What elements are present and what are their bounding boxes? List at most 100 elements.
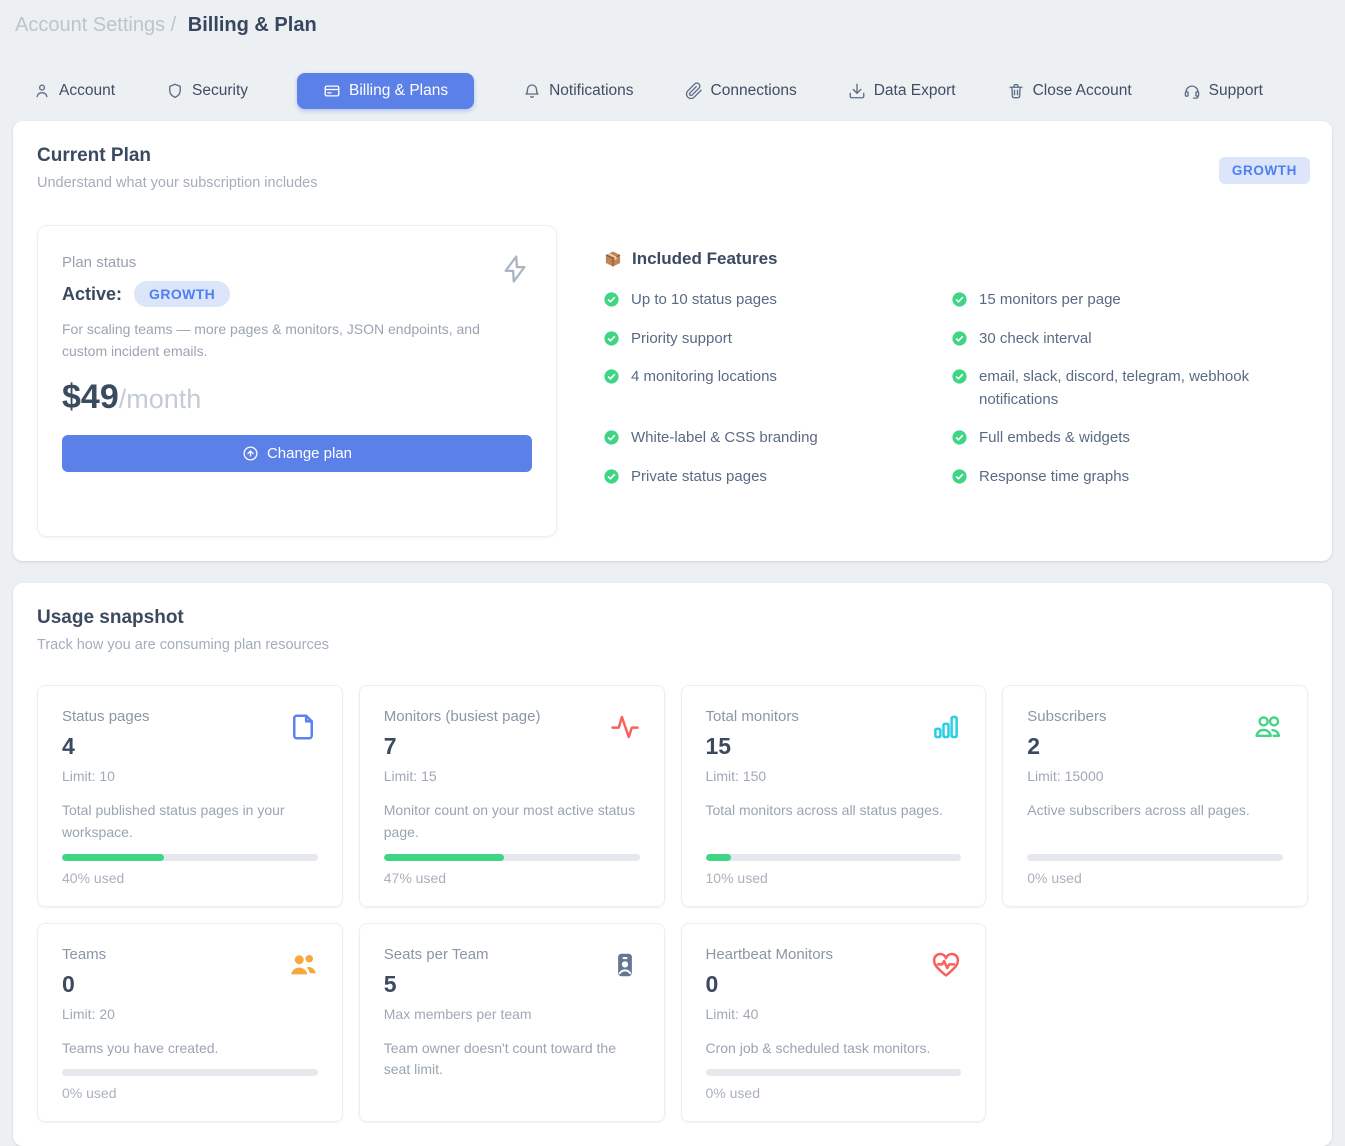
usage-progress-bar [62,1069,318,1076]
settings-tab[interactable]: Security [164,73,250,109]
usage-card: Heartbeat Monitors 0 Limit: 40 Cron job … [681,923,987,1123]
feature-label: Priority support [631,328,732,351]
check-circle-icon [603,368,620,385]
feature-label: 4 monitoring locations [631,366,777,389]
id-badge-icon [610,950,640,980]
change-plan-label: Change plan [267,445,352,462]
arrow-up-circle-icon [242,445,259,462]
usage-title: Usage snapshot [37,607,1308,629]
shield-icon [166,82,184,100]
usage-card-title: Total monitors [706,708,799,725]
usage-card-title: Teams [62,946,115,963]
feature-item: 15 monitors per page [951,289,1268,312]
settings-tabs: Account Security Billing & Plans Notific… [31,73,1332,109]
plan-status-card: Plan status Active: GROWTH For scaling t… [37,225,557,537]
plan-description: For scaling teams — more pages & monitor… [62,319,482,362]
breadcrumb-current: Billing & Plan [188,14,317,36]
settings-tab[interactable]: Data Export [846,73,958,109]
activity-icon [610,712,640,742]
check-circle-icon [603,330,620,347]
price-period: /month [119,384,202,414]
usage-progress-fill [706,854,732,861]
usage-snapshot-section: Usage snapshot Track how you are consumi… [13,583,1332,1146]
feature-label: 15 monitors per page [979,289,1121,312]
usage-card-description: Monitor count on your most active status… [384,800,640,843]
feature-label: Response time graphs [979,466,1129,489]
usage-card: Subscribers 2 Limit: 15000 Active subscr… [1002,685,1308,906]
usage-card-value: 0 [706,971,834,998]
settings-tab[interactable]: Support [1181,73,1265,109]
usage-card-value: 4 [62,733,150,760]
usage-percent-label: 47% used [384,870,640,886]
tab-label: Connections [711,82,797,100]
usage-card: Seats per Team 5 Max members per team Te… [359,923,665,1123]
person-icon [33,82,51,100]
file-icon [288,712,318,742]
check-circle-icon [951,330,968,347]
usage-card-description: Cron job & scheduled task monitors. [706,1038,962,1060]
usage-card-limit: Limit: 150 [706,768,799,784]
usage-card: Status pages 4 Limit: 10 Total published… [37,685,343,906]
settings-tab[interactable]: Connections [683,73,799,109]
bar-chart-icon [931,712,961,742]
usage-card-value: 7 [384,733,541,760]
plan-active-text: Active: [62,284,122,305]
feature-item: Priority support [603,328,951,351]
feature-label: White-label & CSS branding [631,427,818,450]
change-plan-button[interactable]: Change plan [62,435,532,472]
check-circle-icon [603,429,620,446]
settings-tab[interactable]: Notifications [521,73,635,109]
usage-card-limit: Limit: 40 [706,1006,834,1022]
heart-pulse-icon [931,950,961,980]
feature-item: email, slack, discord, telegram, webhook… [951,366,1268,411]
spacer [62,844,318,854]
billing-page: Account Settings / Billing & Plan Accoun… [0,0,1345,1146]
feature-item: Response time graphs [951,466,1268,489]
feature-item: Up to 10 status pages [603,289,951,312]
spacer [384,1081,640,1101]
settings-tab[interactable]: Account [31,73,117,109]
feature-item: 30 check interval [951,328,1268,351]
usage-card-limit: Limit: 10 [62,768,150,784]
tab-label: Close Account [1033,82,1132,100]
usage-progress-bar [384,854,640,861]
credit-card-icon [323,82,341,100]
paperclip-icon [685,82,703,100]
current-plan-subtitle: Understand what your subscription includ… [37,175,1308,191]
usage-percent-label: 0% used [62,1085,318,1101]
usage-card-value: 2 [1027,733,1106,760]
spacer [706,1059,962,1069]
settings-tab[interactable]: Close Account [1005,73,1134,109]
plan-tier-badge: GROWTH [1219,157,1310,184]
usage-card-title: Seats per Team [384,946,532,963]
feature-label: Full embeds & widgets [979,427,1130,450]
breadcrumb-parent[interactable]: Account Settings / [15,14,176,36]
tab-label: Support [1209,82,1263,100]
current-plan-section: Current Plan Understand what your subscr… [13,121,1332,561]
check-circle-icon [951,368,968,385]
usage-card-value: 15 [706,733,799,760]
tab-label: Account [59,82,115,100]
plan-status-label: Plan status [62,254,532,271]
usage-card-value: 0 [62,971,115,998]
usage-card-title: Subscribers [1027,708,1106,725]
headset-icon [1183,82,1201,100]
tab-label: Billing & Plans [349,82,448,100]
feature-item: Full embeds & widgets [951,427,1268,450]
users-icon [1253,712,1283,742]
plan-price: $49/month [62,378,532,417]
feature-item: 4 monitoring locations [603,366,951,411]
usage-card-title: Heartbeat Monitors [706,946,834,963]
settings-tab[interactable]: Billing & Plans [297,73,474,109]
check-circle-icon [951,291,968,308]
usage-card: Monitors (busiest page) 7 Limit: 15 Moni… [359,685,665,906]
features-grid: Up to 10 status pages 15 monitors per pa… [603,289,1308,488]
usage-progress-bar [706,1069,962,1076]
users-filled-icon [288,950,318,980]
usage-progress-bar [62,854,318,861]
breadcrumb: Account Settings / Billing & Plan [13,12,1332,37]
usage-card-description: Total published status pages in your wor… [62,800,318,843]
feature-label: email, slack, discord, telegram, webhook… [979,366,1268,411]
plan-badge: GROWTH [134,281,230,307]
usage-card-description: Active subscribers across all pages. [1027,800,1283,822]
